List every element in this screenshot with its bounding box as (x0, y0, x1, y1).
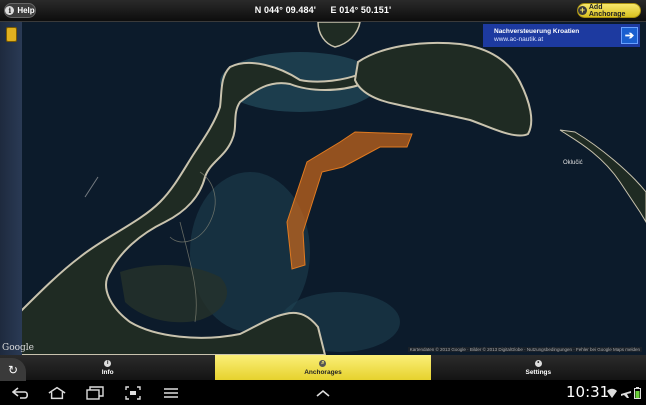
home-icon[interactable] (48, 385, 66, 401)
battery-icon (634, 387, 641, 399)
back-icon[interactable] (12, 385, 30, 401)
tab-info[interactable]: i Info (0, 355, 215, 380)
tab-info-label: Info (101, 368, 114, 376)
info-icon: i (104, 359, 112, 367)
settings-icon: • (534, 359, 542, 367)
satellite-map[interactable] (0, 22, 646, 355)
map-attribution[interactable]: Kartendaten © 2013 Google · Bilder © 201… (407, 347, 642, 352)
place-label: Oklučić (563, 160, 583, 166)
google-logo: Google (2, 343, 34, 353)
airplane-icon (621, 391, 631, 398)
recent-apps-icon[interactable] (86, 385, 104, 401)
search-icon: ⌕ (319, 359, 327, 367)
top-bar: i Help N 044° 09.484' E 014° 50.151' + A… (0, 0, 646, 22)
refresh-icon: ↻ (7, 363, 19, 377)
tab-settings-label: Settings (525, 368, 552, 376)
ad-banner[interactable]: Nachversteuerung Kroatien www.ac-nautik.… (483, 24, 640, 47)
add-anchorage-label: Add Anchorage (588, 3, 626, 18)
tab-bar: i Info ⌕ Anchorages • Settings (0, 355, 646, 380)
tab-settings[interactable]: • Settings (431, 355, 646, 380)
latitude-readout: N 044° 09.484' (254, 5, 316, 15)
plus-icon: + (578, 5, 587, 15)
chevron-up-icon[interactable] (314, 385, 332, 401)
system-nav-bar (0, 381, 646, 405)
menu-icon[interactable] (162, 385, 180, 401)
location-marker-icon[interactable] (6, 27, 17, 42)
arrow-right-icon[interactable]: ➔ (621, 27, 638, 44)
longitude-readout: E 014° 50.151' (330, 5, 392, 15)
tab-anchorages-label: Anchorages (304, 368, 342, 376)
map-imagery (0, 22, 646, 355)
ad-url: www.ac-nautik.at (494, 36, 544, 43)
refresh-button[interactable]: ↻ (0, 358, 26, 382)
tab-anchorages[interactable]: ⌕ Anchorages (215, 355, 431, 380)
add-anchorage-button[interactable]: + Add Anchorage (577, 3, 641, 18)
ad-title: Nachversteuerung Kroatien (494, 28, 580, 35)
wifi-icon (607, 388, 617, 398)
status-clock: 10:31 (566, 383, 610, 401)
status-icons (606, 387, 641, 399)
screenshot-icon[interactable] (124, 385, 142, 401)
side-panel-strip (0, 22, 22, 355)
coordinates-readout: N 044° 09.484' E 014° 50.151' (0, 5, 646, 15)
